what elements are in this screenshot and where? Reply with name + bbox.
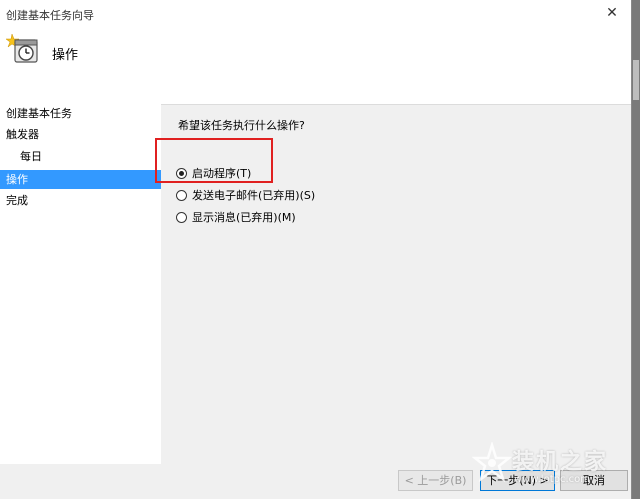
step-action[interactable]: 操作: [0, 170, 161, 189]
cancel-button[interactable]: 取消: [560, 470, 628, 491]
wizard-steps-pane: 创建基本任务 触发器 每日 操作 完成: [0, 104, 161, 464]
close-icon[interactable]: ✕: [603, 4, 621, 22]
option-show-message[interactable]: 显示消息(已弃用)(M): [176, 209, 296, 225]
step-trigger[interactable]: 触发器: [0, 125, 161, 144]
step-daily[interactable]: 每日: [0, 147, 161, 166]
page-title: 操作: [52, 48, 79, 63]
action-question: 希望该任务执行什么操作?: [178, 119, 305, 132]
radio-send-email[interactable]: [176, 189, 187, 201]
clock-task-icon: [6, 33, 38, 63]
scrollbar-thumb[interactable]: [633, 60, 639, 100]
option-send-email[interactable]: 发送电子邮件(已弃用)(S): [176, 187, 315, 203]
radio-show-message[interactable]: [176, 211, 187, 223]
step-create-basic-task[interactable]: 创建基本任务: [0, 104, 161, 123]
option-label: 发送电子邮件(已弃用)(S): [192, 189, 316, 202]
window-title: 创建基本任务向导: [6, 9, 94, 22]
next-button[interactable]: 下一步(N) >: [480, 470, 555, 491]
annotation-highlight-box: [155, 138, 273, 183]
step-finish[interactable]: 完成: [0, 191, 161, 210]
back-button[interactable]: < 上一步(B): [398, 470, 473, 491]
option-label: 显示消息(已弃用)(M): [192, 211, 296, 224]
wizard-window: 创建基本任务向导 ✕ 操作 创建基本任务 触发器 每日 操作 完成 希望该任务执…: [0, 0, 632, 499]
wizard-header: 操作: [0, 26, 631, 105]
title-bar: 创建基本任务向导 ✕: [0, 0, 631, 26]
